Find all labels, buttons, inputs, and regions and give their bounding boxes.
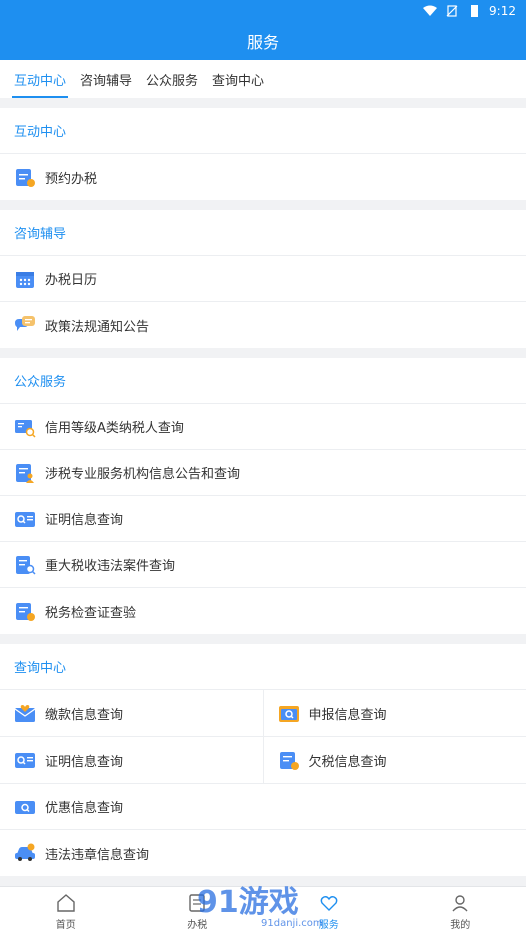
list-item-credit-a-query[interactable]: 信用等级A类纳税人查询 (0, 404, 526, 450)
certificate-search-icon (15, 511, 35, 527)
no-sim-icon (446, 5, 458, 17)
section-interact-center: 互动中心 预约办税 (0, 108, 526, 200)
list-item-inspection-verify[interactable]: 税务检查证查验 (0, 588, 526, 634)
grid-item-certificate-query[interactable]: 证明信息查询 (0, 737, 263, 783)
list-item-label: 证明信息查询 (45, 513, 124, 528)
coupon-search-icon (15, 800, 35, 814)
grid-item-label: 欠税信息查询 (308, 754, 387, 770)
list-item-label: 政策法规通知公告 (45, 319, 150, 335)
page-header: 服务 (0, 22, 526, 60)
list-item-label: 涉税专业服务机构信息公告和查询 (45, 467, 241, 482)
list-item-agency-notice[interactable]: 涉税专业服务机构信息公告和查询 (0, 450, 526, 496)
list-item-discount-query[interactable]: 优惠信息查询 (0, 784, 526, 830)
document-icon (189, 893, 205, 912)
status-time: 9:12 (489, 4, 516, 18)
battery-icon (471, 5, 479, 17)
home-icon (57, 893, 75, 912)
tab-interact-center[interactable]: 互动中心 (11, 60, 69, 98)
status-bar: 9:12 (0, 0, 526, 22)
heart-icon (320, 895, 338, 911)
nav-label: 首页 (55, 919, 76, 931)
page-title: 服务 (246, 33, 279, 52)
nav-mine[interactable]: 我的 (395, 887, 526, 936)
grid-item-label: 证明信息查询 (45, 754, 124, 770)
section-title: 互动中心 (0, 108, 526, 154)
grid-item-declaration-query[interactable]: 申报信息查询 (262, 690, 526, 736)
list-item-tax-calendar[interactable]: 办税日历 (0, 256, 526, 302)
list-item-major-case-query[interactable]: 重大税收违法案件查询 (0, 542, 526, 588)
list-item-policy-notice[interactable]: 政策法规通知公告 (0, 302, 526, 348)
nav-label: 办税 (187, 919, 208, 931)
section-public-service: 公众服务 信用等级A类纳税人查询 涉税专业服务机构信息公告和查询 证明信息查询 (0, 358, 526, 634)
calendar-clock-icon (16, 169, 35, 187)
user-icon (452, 894, 468, 911)
calendar-icon (16, 271, 34, 288)
folder-search-icon (278, 706, 299, 722)
section-consult-guidance: 咨询辅导 办税日历 政策法规通知公告 (0, 210, 526, 348)
list-item-label: 信用等级A类纳税人查询 (45, 421, 184, 436)
chat-icon (15, 316, 35, 331)
arrears-doc-icon (279, 752, 299, 770)
credit-search-icon (15, 419, 36, 438)
list-item-label: 违法违章信息查询 (45, 847, 150, 863)
section-title: 查询中心 (0, 644, 526, 690)
list-item-label: 办税日历 (45, 273, 98, 288)
list-item-label: 税务检查证查验 (45, 605, 137, 621)
grid-item-label: 缴款信息查询 (45, 707, 124, 723)
tab-consult-guidance[interactable]: 咨询辅导 (80, 60, 132, 98)
nav-tax[interactable]: 办税 (132, 887, 264, 936)
inspection-icon (16, 603, 35, 621)
query-grid-row: 证明信息查询 欠税信息查询 (0, 737, 526, 784)
section-title: 公众服务 (0, 358, 526, 404)
nav-label: 服务 (318, 919, 339, 931)
envelope-heart-icon (14, 705, 36, 722)
list-item-label: 预约办税 (45, 171, 98, 187)
bottom-nav: 首页 办税 服务 我的 (0, 886, 526, 936)
case-search-icon (16, 555, 36, 575)
list-item-appointment[interactable]: 预约办税 (0, 154, 526, 200)
section-title: 咨询辅导 (0, 210, 526, 256)
grid-item-payment-query[interactable]: 缴款信息查询 (0, 690, 263, 736)
nav-label: 我的 (450, 919, 471, 931)
section-query-center: 查询中心 缴款信息查询 申报信息查询 证明信息查询 欠税信息查询 优惠信息查询 … (0, 644, 526, 876)
car-icon (15, 843, 35, 861)
agency-doc-icon (16, 463, 34, 483)
list-item-label: 重大税收违法案件查询 (45, 559, 176, 574)
tab-bar: 互动中心 咨询辅导 公众服务 查询中心 (0, 60, 526, 98)
query-grid-row: 缴款信息查询 申报信息查询 (0, 690, 526, 737)
list-item-label: 优惠信息查询 (45, 801, 124, 816)
tab-public-service[interactable]: 公众服务 (146, 60, 198, 98)
nav-home[interactable]: 首页 (0, 887, 132, 936)
list-item-violation-query[interactable]: 违法违章信息查询 (0, 830, 526, 876)
wifi-icon (423, 5, 438, 16)
list-item-certificate-query[interactable]: 证明信息查询 (0, 496, 526, 542)
grid-item-label: 申报信息查询 (308, 707, 387, 723)
tab-query-center[interactable]: 查询中心 (212, 60, 264, 98)
nav-service[interactable]: 服务 (263, 887, 395, 936)
grid-item-arrears-query[interactable]: 欠税信息查询 (262, 737, 526, 783)
certificate-search-icon (15, 753, 35, 768)
